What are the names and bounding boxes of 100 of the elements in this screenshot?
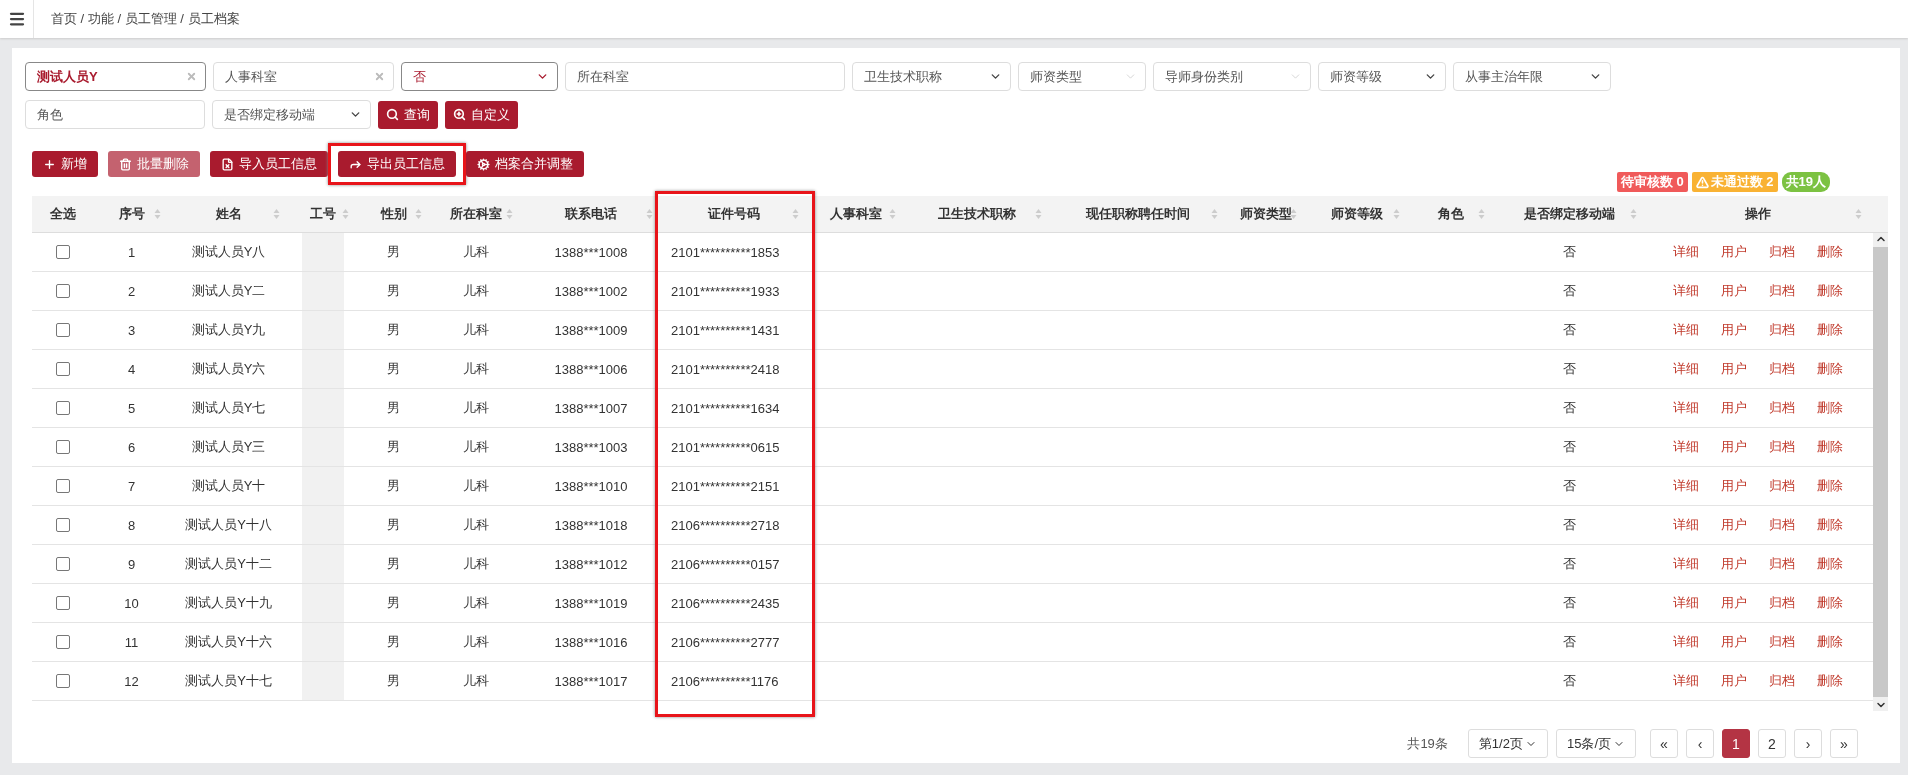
- row-checkbox[interactable]: [56, 323, 70, 337]
- input-field[interactable]: 测试人员Y: [25, 62, 206, 91]
- action-link[interactable]: 归档: [1768, 516, 1795, 534]
- column-header[interactable]: 操作: [1645, 196, 1870, 232]
- action-link[interactable]: 删除: [1816, 282, 1843, 300]
- row-checkbox[interactable]: [56, 635, 70, 649]
- action-link[interactable]: 用户: [1720, 282, 1747, 300]
- action-link[interactable]: 详细: [1672, 399, 1699, 417]
- input-field[interactable]: 角色: [25, 100, 205, 129]
- toolbar-button[interactable]: 导出员工信息: [338, 151, 456, 177]
- action-link[interactable]: 归档: [1768, 321, 1795, 339]
- action-link[interactable]: 归档: [1768, 438, 1795, 456]
- column-header[interactable]: 师资等级: [1305, 196, 1408, 232]
- row-checkbox[interactable]: [56, 284, 70, 298]
- filter-button[interactable]: 自定义: [445, 100, 518, 129]
- column-header[interactable]: 角色: [1408, 196, 1493, 232]
- action-link[interactable]: 用户: [1720, 633, 1747, 651]
- action-link[interactable]: 删除: [1816, 555, 1843, 573]
- toolbar-button[interactable]: 新增: [32, 151, 98, 177]
- toolbar-button[interactable]: 档案合并调整: [466, 151, 584, 177]
- row-checkbox[interactable]: [56, 401, 70, 415]
- page-button[interactable]: ‹: [1686, 729, 1714, 758]
- column-header[interactable]: 师资类型: [1226, 196, 1305, 232]
- column-header[interactable]: 是否绑定移动端: [1493, 196, 1645, 232]
- row-checkbox[interactable]: [56, 596, 70, 610]
- row-checkbox[interactable]: [56, 245, 70, 259]
- select-field[interactable]: 否: [401, 62, 558, 91]
- action-link[interactable]: 用户: [1720, 672, 1747, 690]
- action-link[interactable]: 详细: [1672, 438, 1699, 456]
- select-field[interactable]: 卫生技术职称: [852, 62, 1011, 91]
- sort-icon[interactable]: [1290, 208, 1297, 220]
- scrollbar[interactable]: [1873, 233, 1888, 711]
- action-link[interactable]: 归档: [1768, 672, 1795, 690]
- action-link[interactable]: 用户: [1720, 516, 1747, 534]
- action-link[interactable]: 删除: [1816, 243, 1843, 261]
- row-checkbox[interactable]: [56, 440, 70, 454]
- input-field[interactable]: 所在科室: [565, 62, 845, 91]
- column-header[interactable]: 序号: [94, 196, 169, 232]
- column-header[interactable]: 卫生技术职称: [904, 196, 1050, 232]
- action-link[interactable]: 归档: [1768, 594, 1795, 612]
- action-link[interactable]: 详细: [1672, 477, 1699, 495]
- row-checkbox[interactable]: [56, 362, 70, 376]
- action-link[interactable]: 删除: [1816, 516, 1843, 534]
- action-link[interactable]: 详细: [1672, 594, 1699, 612]
- column-header[interactable]: 证件号码: [661, 196, 807, 232]
- row-checkbox[interactable]: [56, 479, 70, 493]
- select-field[interactable]: 是否绑定移动端: [212, 100, 371, 129]
- column-header[interactable]: 性别: [357, 196, 430, 232]
- row-checkbox[interactable]: [56, 557, 70, 571]
- page-size-select[interactable]: 15条/页: [1555, 729, 1636, 758]
- column-header[interactable]: 所在科室: [430, 196, 521, 232]
- action-link[interactable]: 删除: [1816, 672, 1843, 690]
- page-select[interactable]: 第1/2页: [1467, 729, 1548, 758]
- action-link[interactable]: 归档: [1768, 243, 1795, 261]
- action-link[interactable]: 用户: [1720, 243, 1747, 261]
- action-link[interactable]: 删除: [1816, 399, 1843, 417]
- action-link[interactable]: 删除: [1816, 594, 1843, 612]
- action-link[interactable]: 归档: [1768, 399, 1795, 417]
- menu-button[interactable]: [0, 0, 34, 38]
- action-link[interactable]: 用户: [1720, 477, 1747, 495]
- action-link[interactable]: 归档: [1768, 360, 1795, 378]
- action-link[interactable]: 删除: [1816, 360, 1843, 378]
- column-header[interactable]: 现任职称聘任时间: [1050, 196, 1226, 232]
- toolbar-button[interactable]: 导入员工信息: [210, 151, 328, 177]
- action-link[interactable]: 归档: [1768, 633, 1795, 651]
- action-link[interactable]: 归档: [1768, 555, 1795, 573]
- column-header[interactable]: 工号: [288, 196, 357, 232]
- row-checkbox[interactable]: [56, 674, 70, 688]
- page-button[interactable]: ›: [1794, 729, 1822, 758]
- action-link[interactable]: 用户: [1720, 360, 1747, 378]
- page-button[interactable]: 1: [1722, 729, 1750, 758]
- column-header[interactable]: 人事科室: [807, 196, 904, 232]
- action-link[interactable]: 详细: [1672, 360, 1699, 378]
- action-link[interactable]: 归档: [1768, 477, 1795, 495]
- action-link[interactable]: 用户: [1720, 321, 1747, 339]
- action-link[interactable]: 详细: [1672, 555, 1699, 573]
- row-checkbox[interactable]: [56, 518, 70, 532]
- action-link[interactable]: 详细: [1672, 321, 1699, 339]
- input-field[interactable]: 人事科室: [213, 62, 394, 91]
- page-button[interactable]: 2: [1758, 729, 1786, 758]
- action-link[interactable]: 详细: [1672, 243, 1699, 261]
- action-link[interactable]: 用户: [1720, 399, 1747, 417]
- action-link[interactable]: 删除: [1816, 438, 1843, 456]
- clear-icon[interactable]: [374, 71, 385, 82]
- action-link[interactable]: 删除: [1816, 633, 1843, 651]
- action-link[interactable]: 详细: [1672, 633, 1699, 651]
- action-link[interactable]: 用户: [1720, 594, 1747, 612]
- page-button[interactable]: »: [1830, 729, 1858, 758]
- column-header[interactable]: 姓名: [169, 196, 288, 232]
- action-link[interactable]: 用户: [1720, 555, 1747, 573]
- action-link[interactable]: 详细: [1672, 282, 1699, 300]
- action-link[interactable]: 删除: [1816, 321, 1843, 339]
- select-field[interactable]: 师资等级: [1318, 62, 1446, 91]
- action-link[interactable]: 归档: [1768, 282, 1795, 300]
- select-field[interactable]: 从事主治年限: [1453, 62, 1611, 91]
- action-link[interactable]: 详细: [1672, 516, 1699, 534]
- action-link[interactable]: 删除: [1816, 477, 1843, 495]
- filter-button[interactable]: 查询: [378, 100, 438, 129]
- clear-icon[interactable]: [186, 71, 197, 82]
- page-button[interactable]: «: [1650, 729, 1678, 758]
